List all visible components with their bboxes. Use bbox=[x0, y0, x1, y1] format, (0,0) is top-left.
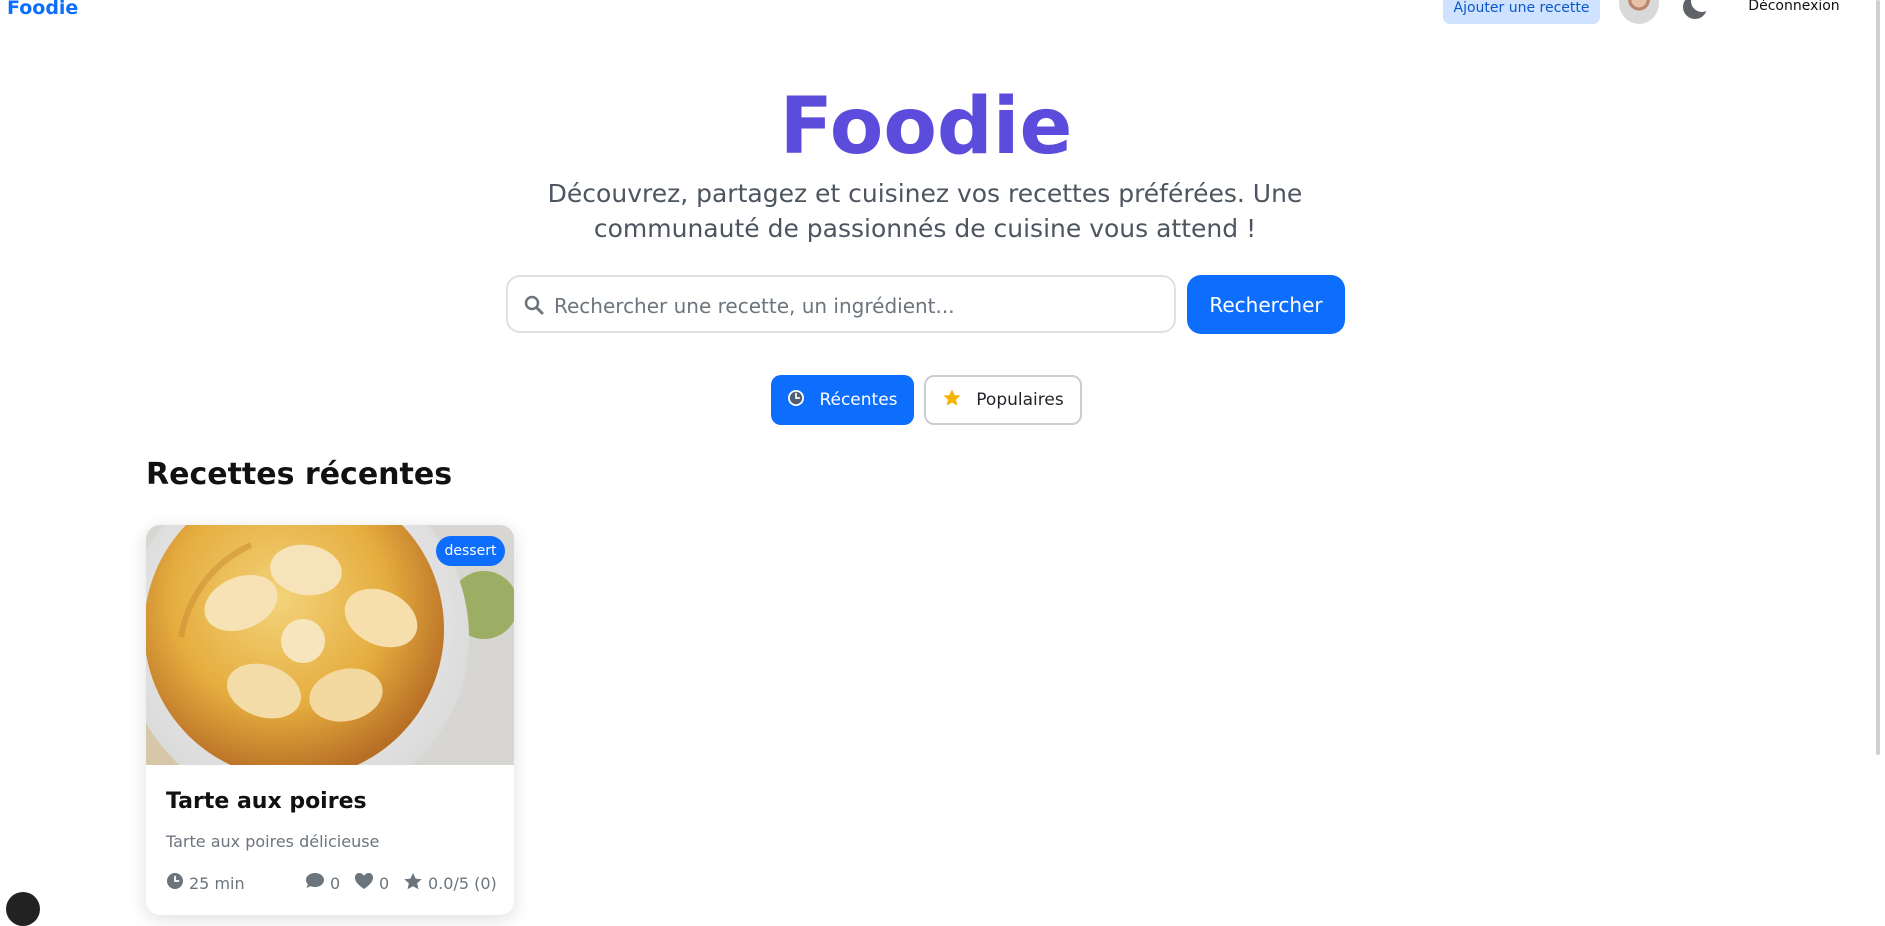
comment-count: 0 bbox=[330, 873, 341, 893]
filter-recent-button[interactable]: Récentes bbox=[771, 375, 914, 425]
clock-icon bbox=[166, 872, 184, 894]
recipe-rating: 0.0/5 (0) bbox=[403, 871, 497, 895]
filter-popular-label: Populaires bbox=[976, 390, 1064, 410]
recipe-title[interactable]: Tarte aux poires bbox=[166, 789, 367, 814]
scrollbar-thumb[interactable] bbox=[1876, 0, 1880, 755]
section-title: Recettes récentes bbox=[146, 457, 453, 492]
heart-icon bbox=[354, 872, 374, 894]
user-avatar[interactable] bbox=[1619, 0, 1659, 24]
logout-button[interactable]: Déconnexion bbox=[1735, 0, 1853, 18]
recipe-card[interactable]: dessert Tarte aux poires Tarte aux poire… bbox=[146, 525, 514, 915]
category-badge: dessert bbox=[436, 536, 505, 566]
filter-popular-button[interactable]: Populaires bbox=[924, 375, 1082, 425]
floating-corner-button[interactable] bbox=[6, 892, 40, 926]
search-input[interactable] bbox=[552, 286, 1166, 326]
recipe-time-value: 25 min bbox=[189, 873, 245, 893]
search-box bbox=[506, 275, 1176, 333]
star-icon bbox=[403, 872, 423, 895]
hero-title: Foodie bbox=[779, 82, 1073, 172]
rating-value: 0.0/5 (0) bbox=[428, 873, 497, 893]
recipe-likes: 0 bbox=[354, 871, 389, 895]
search-icon bbox=[524, 295, 544, 315]
vertical-scrollbar[interactable] bbox=[1867, 0, 1885, 897]
pear-tart-photo[interactable]: dessert bbox=[146, 525, 514, 810]
top-navbar: Foodie Ajouter une recette Déconnexion bbox=[0, 0, 1885, 30]
hero-subtitle: Découvrez, partagez et cuisinez vos rece… bbox=[547, 179, 1303, 243]
add-recipe-button[interactable]: Ajouter une recette bbox=[1443, 0, 1600, 24]
recipe-comments: 0 bbox=[305, 871, 340, 895]
brand-logo[interactable]: Foodie bbox=[7, 0, 78, 19]
comment-icon bbox=[305, 872, 325, 894]
star-icon bbox=[942, 388, 962, 413]
clock-icon bbox=[787, 389, 805, 412]
like-count: 0 bbox=[379, 873, 390, 893]
moon-icon[interactable] bbox=[1681, 0, 1709, 21]
filter-recent-label: Récentes bbox=[819, 390, 898, 410]
search-button[interactable]: Rechercher bbox=[1187, 275, 1345, 334]
recipe-time: 25 min bbox=[166, 871, 245, 895]
recipe-description: Tarte aux poires délicieuse bbox=[166, 832, 380, 851]
